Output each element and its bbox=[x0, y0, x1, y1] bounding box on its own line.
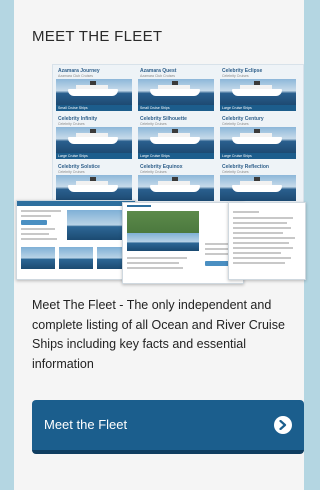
ship-card: Celebrity Eclipse Celebrity Cruises Larg… bbox=[220, 68, 296, 112]
meet-the-fleet-button-label: Meet the Fleet bbox=[44, 417, 128, 432]
ship-specs-screenshot bbox=[228, 202, 306, 280]
ship-cruise-line: Azamara Club Cruises bbox=[58, 74, 94, 78]
ship-category: Large Cruise Ships bbox=[220, 153, 296, 159]
ship-category: Small Cruise Ships bbox=[138, 105, 214, 111]
ship-photo bbox=[220, 127, 296, 153]
ship-card: Celebrity Infinity Celebrity Cruises Lar… bbox=[56, 116, 132, 160]
meet-the-fleet-card: MEET THE FLEET Azamara Journey Azamara C… bbox=[14, 0, 306, 490]
ship-photo-screenshot bbox=[122, 202, 244, 284]
fleet-collage-image: Azamara Journey Azamara Club Cruises Sma… bbox=[14, 62, 306, 284]
ship-card: Azamara Quest Azamara Club Cruises Small… bbox=[138, 68, 214, 112]
ship-photo bbox=[56, 127, 132, 153]
ship-details-screenshot bbox=[16, 200, 136, 280]
ship-photo bbox=[138, 127, 214, 153]
ship-photo bbox=[220, 175, 296, 201]
ship-category: Small Cruise Ships bbox=[56, 105, 132, 111]
ship-cruise-line: Celebrity Cruises bbox=[58, 122, 85, 126]
card-description: Meet The Fleet - The only independent an… bbox=[32, 298, 285, 371]
ship-photo bbox=[138, 175, 214, 201]
meet-the-fleet-button[interactable]: Meet the Fleet bbox=[32, 400, 304, 454]
ship-card: Celebrity Silhouette Celebrity Cruises L… bbox=[138, 116, 214, 160]
ship-category: Large Cruise Ships bbox=[138, 153, 214, 159]
ship-cruise-line: Celebrity Cruises bbox=[222, 74, 249, 78]
ship-category: Large Cruise Ships bbox=[56, 153, 132, 159]
ship-cruise-line: Celebrity Cruises bbox=[222, 122, 249, 126]
ship-cruise-line: Celebrity Cruises bbox=[140, 122, 167, 126]
ship-cruise-line: Celebrity Cruises bbox=[140, 170, 167, 174]
ship-cruise-line: Azamara Club Cruises bbox=[140, 74, 176, 78]
ship-photo bbox=[56, 79, 132, 105]
ship-cruise-line: Celebrity Cruises bbox=[222, 170, 249, 174]
card-title: MEET THE FLEET bbox=[32, 28, 163, 45]
ship-card: Celebrity Century Celebrity Cruises Larg… bbox=[220, 116, 296, 160]
ship-photo bbox=[220, 79, 296, 105]
ship-category: Large Cruise Ships bbox=[220, 105, 296, 111]
ship-photo bbox=[56, 175, 132, 201]
ship-card: Azamara Journey Azamara Club Cruises Sma… bbox=[56, 68, 132, 112]
chevron-right-circle-icon bbox=[274, 416, 292, 434]
ship-cruise-line: Celebrity Cruises bbox=[58, 170, 85, 174]
ship-photo bbox=[138, 79, 214, 105]
